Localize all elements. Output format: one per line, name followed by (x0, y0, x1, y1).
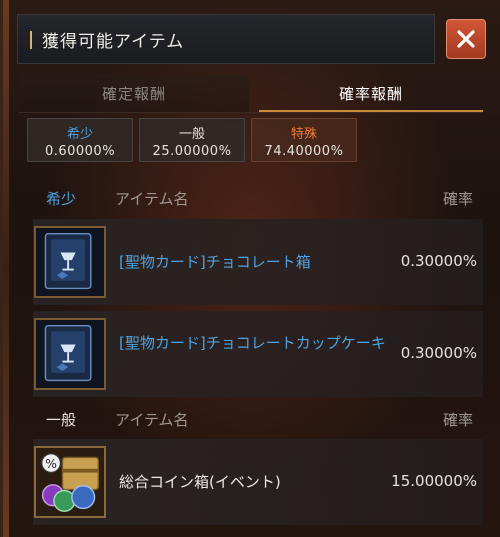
rate-name: 特殊 (290, 127, 317, 142)
close-icon (457, 30, 475, 48)
tab-probability-reward[interactable]: 確率報酬 (259, 74, 483, 112)
close-button[interactable] (446, 19, 486, 59)
tab-fixed-reward[interactable]: 確定報酬 (19, 74, 249, 112)
panel-header: 獲得可能アイテム (17, 14, 435, 64)
rate-value: 74.40000% (264, 144, 344, 159)
item-rate: 0.30000% (400, 252, 477, 270)
rate-value: 0.60000% (44, 144, 116, 159)
coin-chest-icon: % (34, 446, 106, 518)
holy-relic-card-icon (34, 226, 106, 298)
title-accent-bar (30, 31, 32, 49)
svg-text:%: % (45, 457, 57, 471)
item-row[interactable]: [聖物カード]チョコレートカップケーキ 0.30000% (33, 311, 483, 397)
rate-box-normal: 一般 25.00000% (139, 118, 245, 162)
column-rate: 確率 (442, 190, 473, 208)
column-item-name: アイテム名 (115, 190, 189, 208)
section-header-normal: 一般 アイテム名 確率 (33, 401, 483, 437)
tab-divider (19, 112, 483, 113)
rate-box-rare: 希少 0.60000% (27, 118, 133, 162)
panel-border (3, 0, 9, 537)
reward-panel: 獲得可能アイテム 確定報酬 確率報酬 希少 0.60000% 一般 25.000… (0, 0, 500, 537)
panel-title: 獲得可能アイテム (42, 32, 185, 52)
item-name: [聖物カード]チョコレート箱 (119, 253, 311, 271)
rate-name: 希少 (66, 127, 93, 142)
item-row[interactable]: [聖物カード]チョコレート箱 0.30000% (33, 219, 483, 305)
item-row[interactable]: % 総合コイン箱(イベント) 15.00000% (33, 439, 483, 525)
section-category: 希少 (45, 190, 76, 208)
rate-value: 25.00000% (152, 144, 232, 159)
reward-tabs: 確定報酬 確率報酬 (19, 74, 483, 112)
item-rate: 0.30000% (400, 344, 477, 362)
column-item-name: アイテム名 (115, 411, 189, 429)
section-category: 一般 (45, 411, 76, 429)
section-header-rare: 希少 アイテム名 確率 (33, 180, 483, 216)
item-name: [聖物カード]チョコレートカップケーキ (119, 334, 386, 352)
column-rate: 確率 (442, 411, 473, 429)
item-rate: 15.00000% (391, 472, 477, 490)
holy-relic-card-icon (34, 318, 106, 390)
item-name: 総合コイン箱(イベント) (119, 473, 281, 491)
rate-name: 一般 (178, 127, 205, 142)
rate-box-special: 特殊 74.40000% (251, 118, 357, 162)
